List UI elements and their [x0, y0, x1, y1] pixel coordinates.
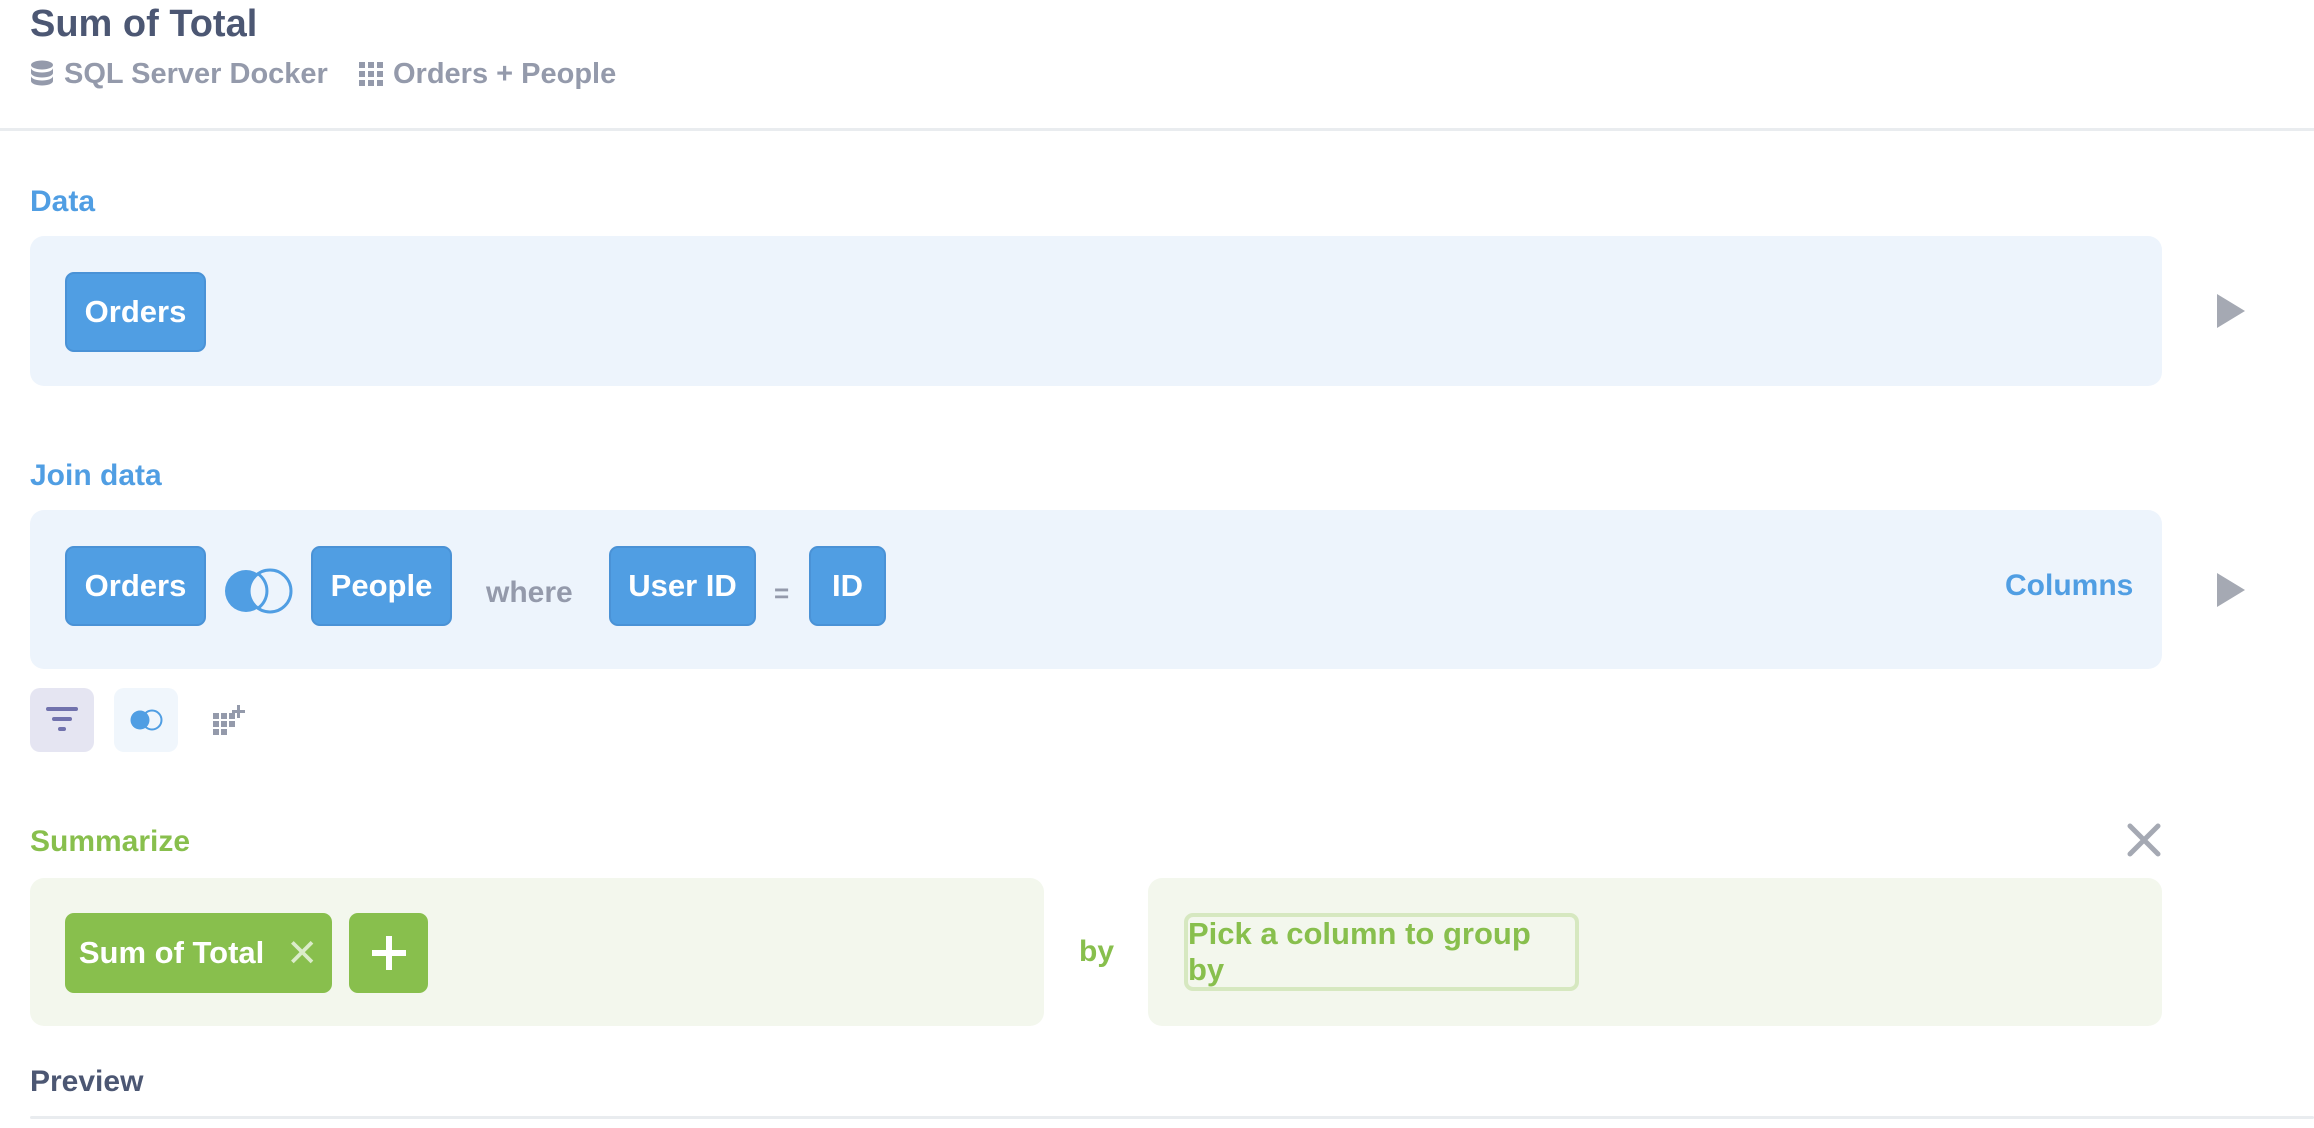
filter-icon: [46, 707, 78, 731]
join-icon: [130, 709, 163, 731]
add-join-button[interactable]: [114, 688, 178, 752]
join-left-column-pill[interactable]: User ID: [609, 546, 756, 626]
data-step-panel: [30, 236, 2162, 386]
join-right-column-pill[interactable]: ID: [809, 546, 886, 626]
data-step-preview-button[interactable]: [2217, 294, 2245, 328]
left-join-icon[interactable]: [222, 567, 294, 615]
join-operator: =: [774, 578, 790, 608]
remove-metric-close-icon[interactable]: ✕: [286, 931, 318, 976]
database-icon: [31, 60, 53, 86]
plus-icon: [371, 936, 406, 970]
page-title: Sum of Total: [30, 3, 258, 45]
add-filter-button[interactable]: [30, 688, 94, 752]
add-metric-button[interactable]: [349, 913, 428, 993]
join-left-table-pill[interactable]: Orders: [65, 546, 206, 626]
pick-group-by-column-button[interactable]: Pick a column to group by: [1184, 913, 1579, 991]
database-name: SQL Server Docker: [64, 58, 328, 90]
metric-label: Sum of Total: [78, 935, 265, 970]
breadcrumb-database[interactable]: SQL Server Docker: [30, 54, 328, 94]
query-header: Sum of Total SQL Server Docker Orders + …: [0, 0, 2314, 131]
preview-label: Preview: [30, 1065, 144, 1098]
join-where-label: where: [486, 576, 573, 609]
metric-sum-of-total-pill[interactable]: Sum of Total ✕: [65, 913, 332, 993]
group-by-connector-label: by: [1079, 935, 1115, 968]
add-custom-column-button[interactable]: [198, 688, 262, 752]
add-column-icon: [213, 705, 245, 735]
table-name: Orders + People: [393, 58, 617, 90]
data-source-table-pill[interactable]: Orders: [65, 272, 206, 352]
preview-divider: [30, 1116, 2314, 1119]
join-step-preview-button[interactable]: [2217, 573, 2245, 607]
join-columns-button[interactable]: Columns: [2005, 566, 2133, 606]
join-step-label: Join data: [30, 459, 162, 492]
remove-summarize-step-close-icon[interactable]: [2126, 820, 2162, 860]
join-right-table-pill[interactable]: People: [311, 546, 452, 626]
table-grid-icon: [359, 62, 383, 86]
data-step-label: Data: [30, 185, 96, 218]
summarize-step-label: Summarize: [30, 825, 191, 858]
breadcrumb-table[interactable]: Orders + People: [359, 54, 616, 94]
